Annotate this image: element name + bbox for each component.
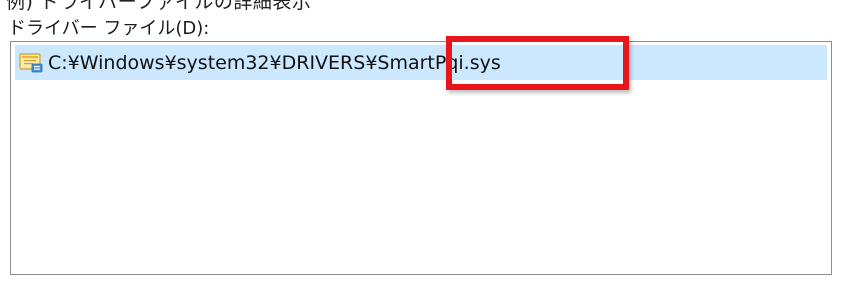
driver-file-path: C:¥Windows¥system32¥DRIVERS¥SmartPqi.sys bbox=[48, 51, 501, 74]
driver-files-listbox[interactable]: C:¥Windows¥system32¥DRIVERS¥SmartPqi.sys bbox=[10, 41, 832, 275]
clipped-page-title: 例) ドライバーファイルの詳細表示 bbox=[6, 0, 312, 13]
driver-file-icon bbox=[18, 52, 44, 74]
driver-files-label: ドライバー ファイル(D): bbox=[8, 18, 210, 39]
list-item[interactable]: C:¥Windows¥system32¥DRIVERS¥SmartPqi.sys bbox=[15, 45, 827, 80]
